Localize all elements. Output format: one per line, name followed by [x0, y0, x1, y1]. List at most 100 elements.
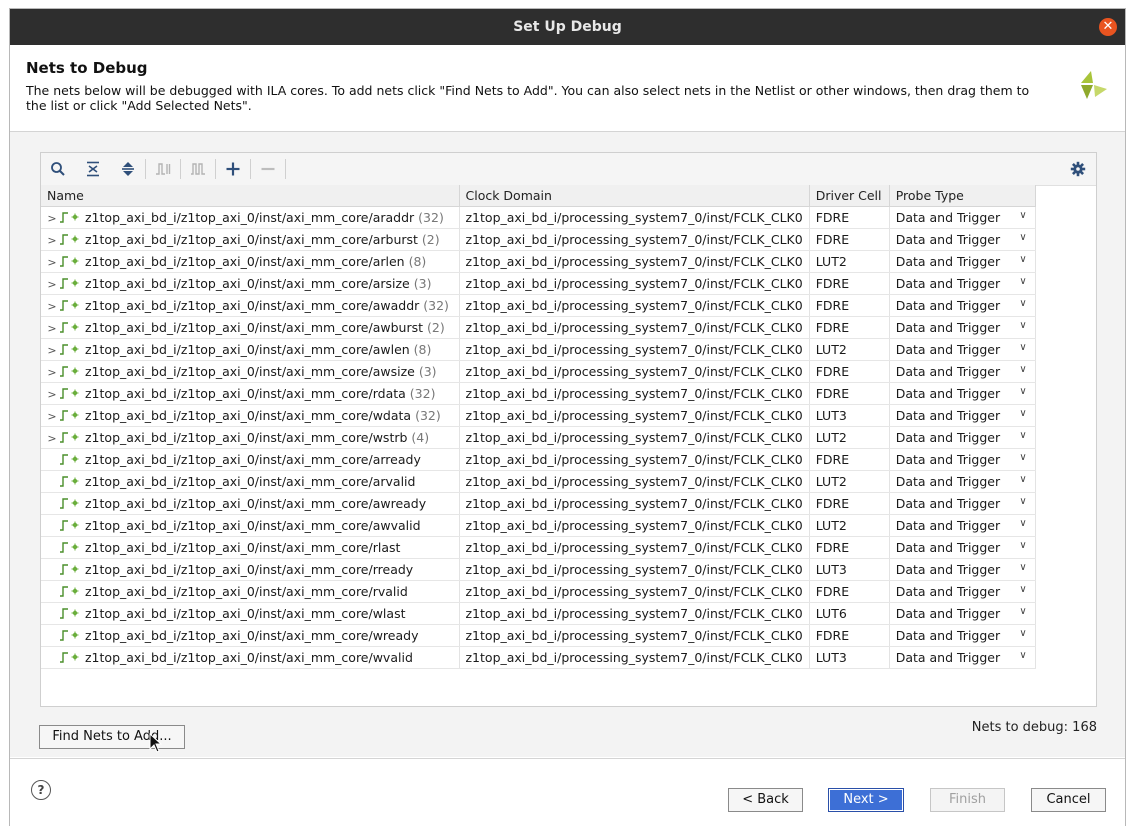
find-nets-button[interactable]: Find Nets to Add...: [39, 725, 185, 749]
chevron-down-icon[interactable]: ∨: [1019, 320, 1026, 331]
table-row[interactable]: z1top_axi_bd_i/z1top_axi_0/inst/axi_mm_c…: [41, 580, 1036, 603]
driver-cell[interactable]: FDRE: [809, 580, 890, 603]
cancel-button[interactable]: Cancel: [1031, 788, 1106, 812]
table-row[interactable]: > z1top_axi_bd_i/z1top_axi_0/inst/axi_mm_…: [41, 206, 1036, 229]
clock-domain-cell[interactable]: z1top_axi_bd_i/processing_system7_0/inst…: [459, 272, 810, 295]
net-name-cell[interactable]: > z1top_axi_bd_i/z1top_axi_0/inst/axi_mm_…: [41, 228, 460, 251]
net-name-cell[interactable]: z1top_axi_bd_i/z1top_axi_0/inst/axi_mm_c…: [41, 580, 460, 603]
clock-domain-cell[interactable]: z1top_axi_bd_i/processing_system7_0/inst…: [459, 514, 810, 537]
chevron-down-icon[interactable]: ∨: [1019, 452, 1026, 463]
chevron-down-icon[interactable]: ∨: [1019, 430, 1026, 441]
net-name-cell[interactable]: > z1top_axi_bd_i/z1top_axi_0/inst/axi_mm_…: [41, 294, 460, 317]
clock-domain-cell[interactable]: z1top_axi_bd_i/processing_system7_0/inst…: [459, 294, 810, 317]
probe-type-select[interactable]: Data and Trigger ∨: [889, 514, 1036, 537]
probe-type-select[interactable]: Data and Trigger ∨: [889, 558, 1036, 581]
chevron-down-icon[interactable]: ∨: [1019, 540, 1026, 551]
net-name-cell[interactable]: > z1top_axi_bd_i/z1top_axi_0/inst/axi_mm_…: [41, 360, 460, 383]
chevron-right-icon[interactable]: >: [45, 410, 59, 423]
probe-type-select[interactable]: Data and Trigger ∨: [889, 272, 1036, 295]
column-header-probe-type[interactable]: Probe Type: [889, 185, 1036, 207]
table-row[interactable]: z1top_axi_bd_i/z1top_axi_0/inst/axi_mm_c…: [41, 558, 1036, 581]
driver-cell[interactable]: FDRE: [809, 228, 890, 251]
driver-cell[interactable]: LUT3: [809, 404, 890, 427]
probe-type-select[interactable]: Data and Trigger ∨: [889, 316, 1036, 339]
table-row[interactable]: z1top_axi_bd_i/z1top_axi_0/inst/axi_mm_c…: [41, 536, 1036, 559]
probe-type-select[interactable]: Data and Trigger ∨: [889, 580, 1036, 603]
net-name-cell[interactable]: z1top_axi_bd_i/z1top_axi_0/inst/axi_mm_c…: [41, 602, 460, 625]
net-name-cell[interactable]: z1top_axi_bd_i/z1top_axi_0/inst/axi_mm_c…: [41, 558, 460, 581]
clock-domain-cell[interactable]: z1top_axi_bd_i/processing_system7_0/inst…: [459, 426, 810, 449]
clock-domain-cell[interactable]: z1top_axi_bd_i/processing_system7_0/inst…: [459, 558, 810, 581]
driver-cell[interactable]: FDRE: [809, 624, 890, 647]
table-row[interactable]: > z1top_axi_bd_i/z1top_axi_0/inst/axi_mm_…: [41, 228, 1036, 251]
chevron-right-icon[interactable]: >: [45, 278, 59, 291]
driver-cell[interactable]: LUT2: [809, 250, 890, 273]
driver-cell[interactable]: LUT2: [809, 338, 890, 361]
driver-cell[interactable]: LUT2: [809, 470, 890, 493]
probe-type-select[interactable]: Data and Trigger ∨: [889, 360, 1036, 383]
chevron-down-icon[interactable]: ∨: [1019, 562, 1026, 573]
table-row[interactable]: z1top_axi_bd_i/z1top_axi_0/inst/axi_mm_c…: [41, 492, 1036, 515]
clock-domain-cell[interactable]: z1top_axi_bd_i/processing_system7_0/inst…: [459, 316, 810, 339]
clock-domain-cell[interactable]: z1top_axi_bd_i/processing_system7_0/inst…: [459, 624, 810, 647]
driver-cell[interactable]: FDRE: [809, 206, 890, 229]
chevron-down-icon[interactable]: ∨: [1019, 584, 1026, 595]
driver-cell[interactable]: FDRE: [809, 536, 890, 559]
clock-domain-cell[interactable]: z1top_axi_bd_i/processing_system7_0/inst…: [459, 382, 810, 405]
driver-cell[interactable]: FDRE: [809, 360, 890, 383]
driver-cell[interactable]: FDRE: [809, 448, 890, 471]
clock-domain-cell[interactable]: z1top_axi_bd_i/processing_system7_0/inst…: [459, 448, 810, 471]
net-name-cell[interactable]: z1top_axi_bd_i/z1top_axi_0/inst/axi_mm_c…: [41, 624, 460, 647]
net-name-cell[interactable]: > z1top_axi_bd_i/z1top_axi_0/inst/axi_mm_…: [41, 404, 460, 427]
net-name-cell[interactable]: z1top_axi_bd_i/z1top_axi_0/inst/axi_mm_c…: [41, 514, 460, 537]
driver-cell[interactable]: LUT3: [809, 646, 890, 669]
chevron-down-icon[interactable]: ∨: [1019, 298, 1026, 309]
net-name-cell[interactable]: > z1top_axi_bd_i/z1top_axi_0/inst/axi_mm_…: [41, 250, 460, 273]
probe-type-select[interactable]: Data and Trigger ∨: [889, 602, 1036, 625]
clock-domain-cell[interactable]: z1top_axi_bd_i/processing_system7_0/inst…: [459, 360, 810, 383]
driver-cell[interactable]: FDRE: [809, 492, 890, 515]
net-name-cell[interactable]: z1top_axi_bd_i/z1top_axi_0/inst/axi_mm_c…: [41, 470, 460, 493]
chevron-down-icon[interactable]: ∨: [1019, 408, 1026, 419]
chevron-right-icon[interactable]: >: [45, 300, 59, 313]
table-row[interactable]: > z1top_axi_bd_i/z1top_axi_0/inst/axi_mm_…: [41, 338, 1036, 361]
chevron-right-icon[interactable]: >: [45, 256, 59, 269]
next-button[interactable]: Next >: [828, 788, 904, 812]
chevron-right-icon[interactable]: >: [45, 212, 59, 225]
probe-type-select[interactable]: Data and Trigger ∨: [889, 470, 1036, 493]
probe-type-select[interactable]: Data and Trigger ∨: [889, 492, 1036, 515]
column-header-clock-domain[interactable]: Clock Domain: [459, 185, 810, 207]
table-row[interactable]: > z1top_axi_bd_i/z1top_axi_0/inst/axi_mm_…: [41, 382, 1036, 405]
help-icon[interactable]: ?: [31, 780, 51, 800]
driver-cell[interactable]: FDRE: [809, 382, 890, 405]
chevron-down-icon[interactable]: ∨: [1019, 254, 1026, 265]
chevron-down-icon[interactable]: ∨: [1019, 628, 1026, 639]
collapse-all-icon[interactable]: [81, 157, 105, 181]
driver-cell[interactable]: FDRE: [809, 294, 890, 317]
probe-type-select[interactable]: Data and Trigger ∨: [889, 624, 1036, 647]
table-row[interactable]: > z1top_axi_bd_i/z1top_axi_0/inst/axi_mm_…: [41, 272, 1036, 295]
table-row[interactable]: z1top_axi_bd_i/z1top_axi_0/inst/axi_mm_c…: [41, 646, 1036, 669]
table-row[interactable]: z1top_axi_bd_i/z1top_axi_0/inst/axi_mm_c…: [41, 470, 1036, 493]
probe-type-select[interactable]: Data and Trigger ∨: [889, 228, 1036, 251]
chevron-right-icon[interactable]: >: [45, 322, 59, 335]
search-icon[interactable]: [46, 157, 70, 181]
table-row[interactable]: > z1top_axi_bd_i/z1top_axi_0/inst/axi_mm_…: [41, 316, 1036, 339]
table-row[interactable]: > z1top_axi_bd_i/z1top_axi_0/inst/axi_mm_…: [41, 250, 1036, 273]
driver-cell[interactable]: LUT2: [809, 514, 890, 537]
clock-domain-cell[interactable]: z1top_axi_bd_i/processing_system7_0/inst…: [459, 470, 810, 493]
column-header-driver-cell[interactable]: Driver Cell: [809, 185, 890, 207]
net-name-cell[interactable]: > z1top_axi_bd_i/z1top_axi_0/inst/axi_mm_…: [41, 206, 460, 229]
chevron-down-icon[interactable]: ∨: [1019, 474, 1026, 485]
table-row[interactable]: > z1top_axi_bd_i/z1top_axi_0/inst/axi_mm_…: [41, 426, 1036, 449]
clock-domain-cell[interactable]: z1top_axi_bd_i/processing_system7_0/inst…: [459, 580, 810, 603]
driver-cell[interactable]: LUT3: [809, 558, 890, 581]
table-row[interactable]: z1top_axi_bd_i/z1top_axi_0/inst/axi_mm_c…: [41, 448, 1036, 471]
net-name-cell[interactable]: > z1top_axi_bd_i/z1top_axi_0/inst/axi_mm_…: [41, 316, 460, 339]
chevron-down-icon[interactable]: ∨: [1019, 386, 1026, 397]
table-row[interactable]: z1top_axi_bd_i/z1top_axi_0/inst/axi_mm_c…: [41, 602, 1036, 625]
net-name-cell[interactable]: > z1top_axi_bd_i/z1top_axi_0/inst/axi_mm_…: [41, 426, 460, 449]
probe-type-select[interactable]: Data and Trigger ∨: [889, 206, 1036, 229]
probe-type-select[interactable]: Data and Trigger ∨: [889, 404, 1036, 427]
add-icon[interactable]: [221, 157, 245, 181]
